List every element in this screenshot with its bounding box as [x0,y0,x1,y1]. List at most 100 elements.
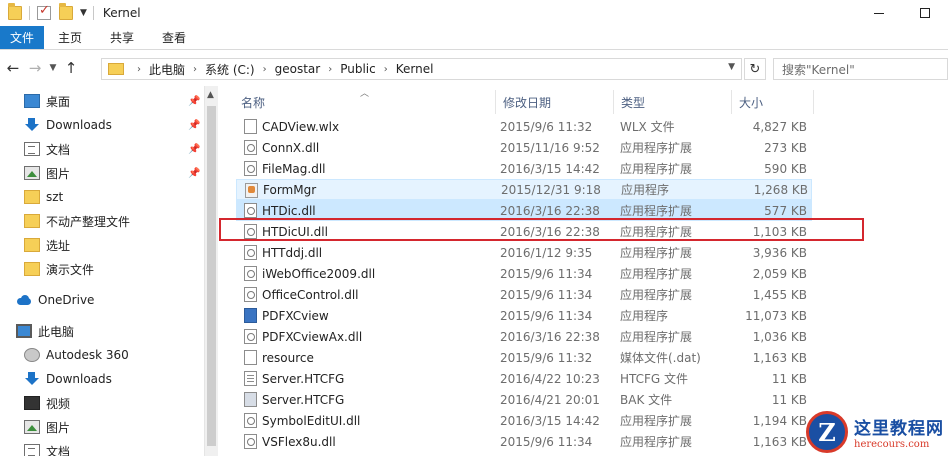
minimize-icon [874,12,884,14]
file-row[interactable]: Server.HTCFG 2016/4/21 20:01 BAK 文件 11 K… [236,389,812,410]
tab-home[interactable]: 主页 [44,26,96,49]
new-folder-icon[interactable] [59,3,73,20]
nav-item-downloads[interactable]: Downloads 📌 [0,114,205,136]
breadcrumb-geostar[interactable]: geostar [275,62,321,76]
chevron-right-icon[interactable]: › [137,64,141,75]
file-row[interactable]: HTTddj.dll 2016/1/12 9:35 应用程序扩展 3,936 K… [236,242,812,263]
nav-item-documents[interactable]: 文档 📌 [0,138,205,160]
chevron-right-icon[interactable]: › [263,64,267,75]
nav-item-label: 演示文件 [46,262,95,277]
file-row[interactable]: SymbolEditUI.dll 2016/3/15 14:42 应用程序扩展 … [236,410,812,431]
file-row[interactable]: Server.HTCFG 2016/4/22 10:23 HTCFG 文件 11… [236,368,812,389]
dll-icon [244,434,257,449]
backup-icon [244,392,257,407]
nav-item-szt[interactable]: szt [0,186,205,208]
watermark-text: 这里教程网 herecours.com [854,414,944,450]
file-row[interactable]: PDFXCviewAx.dll 2016/3/16 22:38 应用程序扩展 1… [236,326,812,347]
nav-item-documents-pc[interactable]: 文档 [0,440,205,456]
nav-item-label: 文档 [46,142,71,157]
file-icon [244,119,257,134]
autodesk-icon [24,348,40,362]
file-date: 2015/9/6 11:32 [500,119,593,134]
file-size: 11,073 KB [745,308,807,323]
folder-icon [24,262,40,276]
refresh-button[interactable]: ↻ [744,58,766,80]
file-type: 应用程序扩展 [620,288,693,302]
file-name: resource [262,350,314,365]
column-header-date[interactable]: 修改日期 [496,90,614,114]
chevron-right-icon[interactable]: › [328,64,332,75]
chevron-right-icon[interactable]: › [384,64,388,75]
file-size: 1,036 KB [752,329,807,344]
folder-icon [8,3,22,20]
breadcrumb-public[interactable]: Public [340,62,376,76]
search-input[interactable]: 搜索"Kernel" [773,58,948,80]
nav-item-onedrive[interactable]: OneDrive [0,289,205,311]
scroll-up-icon[interactable]: ▲ [207,90,214,100]
nav-item-label: 文档 [46,444,71,456]
file-date: 2016/3/15 14:42 [500,161,600,176]
nav-item-pictures[interactable]: 图片 📌 [0,162,205,184]
nav-item-property-files[interactable]: 不动产整理文件 [0,210,205,232]
nav-item-autodesk-360[interactable]: Autodesk 360 [0,344,205,366]
nav-item-videos[interactable]: 视频 [0,392,205,414]
recent-locations-icon[interactable]: ▼ [46,63,60,73]
file-date: 2015/9/6 11:34 [500,287,593,302]
file-row[interactable]: ConnX.dll 2015/11/16 9:52 应用程序扩展 273 KB [236,137,812,158]
scrollbar-thumb[interactable] [207,106,216,446]
file-row-hovered[interactable]: FormMgr 2015/12/31 9:18 应用程序 1,268 KB [236,179,812,200]
breadcrumb-this-pc[interactable]: 此电脑 [149,61,185,78]
file-row[interactable]: OfficeControl.dll 2015/9/6 11:34 应用程序扩展 … [236,284,812,305]
download-icon [24,372,40,386]
breadcrumb-kernel[interactable]: Kernel [396,62,434,76]
up-arrow-icon[interactable]: ↑ [60,59,82,77]
nav-item-this-pc[interactable]: 此电脑 [0,320,205,342]
navigation-pane: 桌面 📌 Downloads 📌 文档 📌 图片 📌 szt 不动产整理文件 选… [0,86,205,456]
column-header-name[interactable]: 名称 [234,90,496,114]
forward-arrow-icon[interactable]: → [24,59,46,77]
site-watermark: Z 这里教程网 herecours.com [806,408,948,456]
pin-icon[interactable]: 📌 [188,96,200,107]
back-arrow-icon[interactable]: ← [2,59,24,77]
nav-item-label: Downloads [46,372,112,386]
video-icon [24,396,40,410]
ribbon-tabs: 文件 主页 共享 查看 [0,26,948,50]
file-name: PDFXCviewAx.dll [262,329,363,344]
pin-icon[interactable]: 📌 [188,144,200,155]
column-header-type[interactable]: 类型 [614,90,732,114]
maximize-button[interactable] [902,0,948,26]
nav-item-site-selection[interactable]: 选址 [0,234,205,256]
file-row[interactable]: PDFXCview 2015/9/6 11:34 应用程序 11,073 KB [236,305,812,326]
file-type: 应用程序扩展 [620,141,693,155]
breadcrumb-drive-c[interactable]: 系统 (C:) [205,61,255,78]
address-bar[interactable]: › 此电脑 › 系统 (C:) › geostar › Public › Ker… [101,58,742,80]
nav-item-pictures-pc[interactable]: 图片 [0,416,205,438]
chevron-right-icon[interactable]: › [193,64,197,75]
chevron-down-icon[interactable]: ▼ [728,62,735,72]
pin-icon[interactable]: 📌 [188,120,200,131]
nav-item-label: 图片 [46,420,71,435]
file-row[interactable]: FileMag.dll 2016/3/15 14:42 应用程序扩展 590 K… [236,158,812,179]
nav-item-demo-files[interactable]: 演示文件 [0,258,205,280]
dll-icon [244,245,257,260]
file-date: 2016/3/15 14:42 [500,413,600,428]
nav-item-downloads-pc[interactable]: Downloads [0,368,205,390]
file-row[interactable]: iWebOffice2009.dll 2015/9/6 11:34 应用程序扩展… [236,263,812,284]
tab-view[interactable]: 查看 [148,26,200,49]
column-header-size[interactable]: 大小 [732,90,814,114]
file-row[interactable]: CADView.wlx 2015/9/6 11:32 WLX 文件 4,827 … [236,116,812,137]
file-type: 应用程序扩展 [620,204,693,218]
tab-share[interactable]: 共享 [96,26,148,49]
properties-icon[interactable] [37,3,51,20]
customize-quick-access-icon[interactable]: ▼ [80,8,87,18]
file-row[interactable]: resource 2015/9/6 11:32 媒体文件(.dat) 1,163… [236,347,812,368]
file-date: 2015/9/6 11:32 [500,350,593,365]
nav-item-label: Downloads [46,118,112,132]
picture-icon [24,166,40,180]
navigation-scrollbar[interactable]: ▲ [204,86,218,456]
pin-icon[interactable]: 📌 [188,168,200,179]
file-row[interactable]: VSFlex8u.dll 2015/9/6 11:34 应用程序扩展 1,163… [236,431,812,452]
tab-file[interactable]: 文件 [0,26,45,49]
nav-item-desktop[interactable]: 桌面 📌 [0,90,205,112]
minimize-button[interactable] [856,0,902,26]
